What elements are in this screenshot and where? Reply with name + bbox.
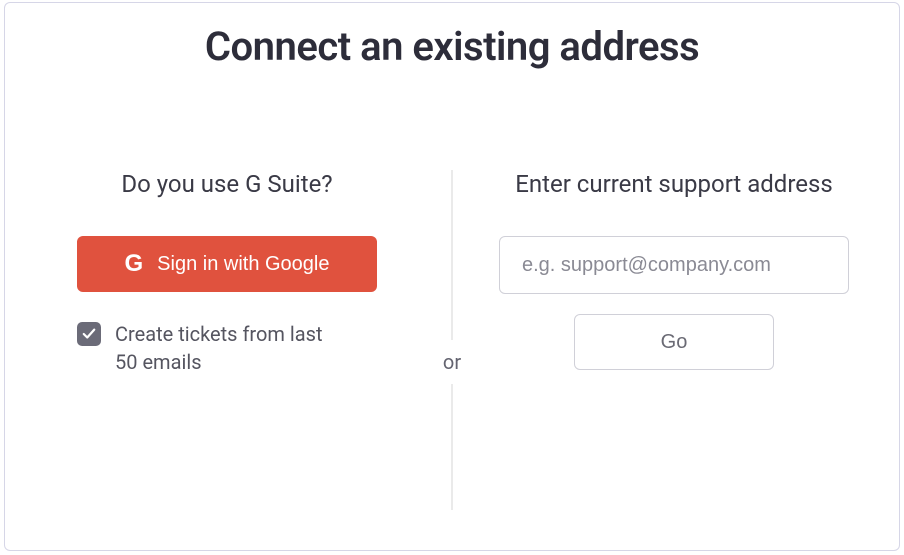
support-address-heading: Enter current support address xyxy=(515,170,833,198)
or-separator-label: or xyxy=(437,340,467,384)
gsuite-heading: Do you use G Suite? xyxy=(121,170,332,198)
connect-address-card: Connect an existing address or Do you us… xyxy=(4,2,900,551)
google-g-icon: G xyxy=(125,250,144,278)
sign-in-with-google-button[interactable]: G Sign in with Google xyxy=(77,236,377,292)
left-column: Do you use G Suite? G Sign in with Googl… xyxy=(5,170,449,530)
create-tickets-checkbox[interactable] xyxy=(77,322,101,346)
create-tickets-checkbox-row: Create tickets from last 50 emails xyxy=(77,320,377,376)
check-icon xyxy=(82,327,96,341)
create-tickets-checkbox-label: Create tickets from last 50 emails xyxy=(115,320,335,376)
page-title: Connect an existing address xyxy=(5,23,899,70)
support-email-input[interactable] xyxy=(499,236,849,294)
google-button-label: Sign in with Google xyxy=(157,253,329,276)
columns-wrapper: or Do you use G Suite? G Sign in with Go… xyxy=(5,170,899,530)
go-button[interactable]: Go xyxy=(574,314,774,370)
right-column: Enter current support address Go xyxy=(449,170,899,530)
